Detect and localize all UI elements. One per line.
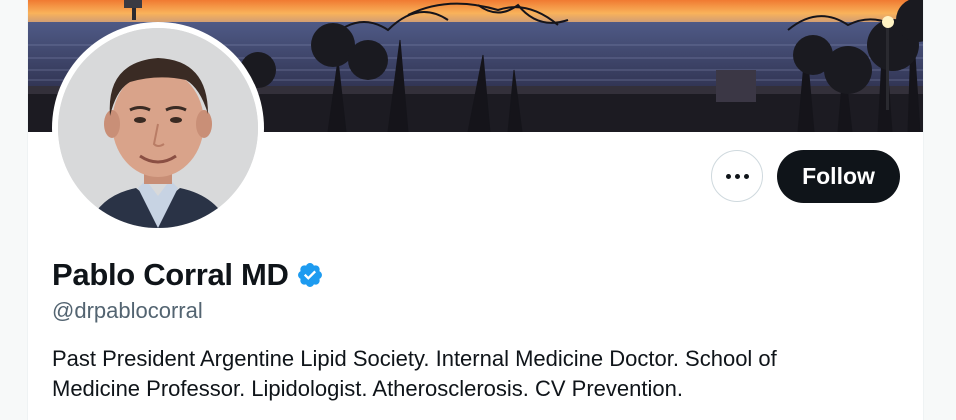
page-gutter-right xyxy=(924,0,956,420)
profile-handle: @drpablocorral xyxy=(52,298,203,323)
avatar[interactable] xyxy=(58,28,258,228)
more-options-button[interactable] xyxy=(711,150,763,202)
follow-button[interactable]: Follow xyxy=(777,150,900,203)
card-border-right xyxy=(923,0,924,420)
name-row: Pablo Corral MD xyxy=(52,257,324,293)
verified-badge-icon[interactable] xyxy=(296,261,324,289)
more-horizontal-icon xyxy=(724,173,751,179)
page-gutter-left xyxy=(0,0,27,420)
profile-bio: Past President Argentine Lipid Society. … xyxy=(52,346,777,401)
display-name: Pablo Corral MD xyxy=(52,257,289,292)
avatar-image xyxy=(58,28,258,228)
